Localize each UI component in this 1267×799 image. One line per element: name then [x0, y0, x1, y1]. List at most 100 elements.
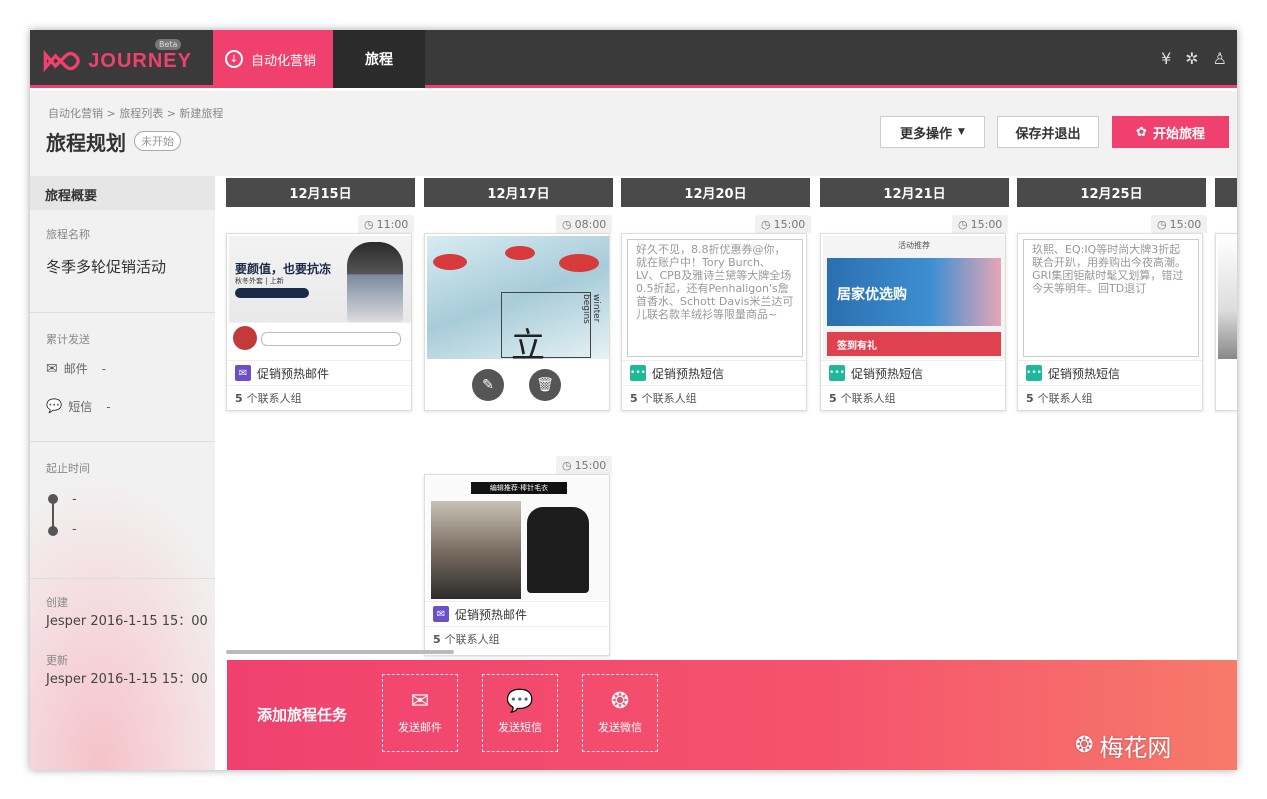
- name-label: 旅程名称: [46, 228, 90, 241]
- model-figure: [347, 242, 403, 322]
- caret-down-icon: ▼: [958, 127, 965, 137]
- end-value: -: [72, 522, 77, 537]
- task-type-label: 促销预热短信: [1048, 366, 1121, 381]
- send-wechat-label: 发送微信: [598, 721, 642, 734]
- promo-title: 居家优选购: [837, 287, 907, 303]
- more-actions-label: 更多操作: [900, 126, 953, 142]
- send-email-label: 发送邮件: [398, 721, 442, 734]
- clock-icon: ◷: [562, 458, 572, 472]
- time-value: 15:00: [773, 217, 806, 231]
- sms-stat: 💬 短信 -: [46, 398, 111, 415]
- calligraphy-char: 立: [511, 326, 545, 359]
- journey-board: 12月15日 12月17日 12月20日 12月21日 12月25日 ◷ 11:0…: [215, 176, 1237, 660]
- logo-text: JOURNEY: [88, 49, 192, 72]
- column-date-partial: [1215, 178, 1237, 207]
- time-value: 15:00: [970, 217, 1003, 231]
- side-text: winter begins: [581, 294, 601, 324]
- horizontal-scrollbar[interactable]: [226, 650, 454, 654]
- start-journey-button[interactable]: ✿ 开始旅程: [1112, 116, 1229, 148]
- count-suffix: 个联系人组: [444, 633, 500, 646]
- send-wechat-button[interactable]: ❂ 发送微信: [582, 674, 658, 752]
- mail-icon: ✉: [433, 606, 449, 622]
- nav-journey[interactable]: 旅程: [333, 30, 425, 88]
- berries-left: [433, 254, 467, 270]
- task-type: ✉ 促销预热邮件: [227, 360, 411, 385]
- breadcrumb: 自动化营销 > 旅程列表 > 新建旅程: [48, 107, 224, 120]
- task-card[interactable]: 活动推荐 居家优选购 签到有礼 ••• 促销预热短信 5 个联系人组: [820, 233, 1006, 411]
- count-suffix: 个联系人组: [246, 392, 302, 405]
- timeline-line: [52, 502, 54, 528]
- task-type: ••• 促销预热短信: [1018, 360, 1202, 385]
- user-icon[interactable]: ♙: [1213, 49, 1227, 68]
- contact-count: 5 个联系人组: [1018, 385, 1202, 410]
- journey-logo[interactable]: JOURNEY: [42, 46, 192, 76]
- timeline-end-dot: [48, 526, 58, 536]
- created-label: 创建: [46, 596, 68, 609]
- task-card-partial[interactable]: [1215, 233, 1237, 411]
- preview-headline: 要颜值，也要抗冻: [235, 262, 332, 276]
- footsteps-icon: ✿: [1136, 124, 1147, 140]
- infinity-icon: [43, 49, 80, 73]
- updated-value: Jesper 2016-1-15 15：00: [46, 672, 208, 687]
- nav-automation[interactable]: ↓ 自动化营销: [213, 30, 333, 88]
- count-number: 5: [1026, 391, 1034, 405]
- page-header: 自动化营销 > 旅程列表 > 新建旅程 旅程规划 未开始 更多操作 ▼ 保存并退…: [30, 91, 1237, 176]
- preview-avatar: [233, 326, 257, 350]
- divider: [30, 441, 215, 442]
- task-card[interactable]: 玖熙、EQ:IQ等时尚大牌3折起联合开趴，用券购出今夜高潮。GRI集团钜献时髦又…: [1017, 233, 1203, 411]
- count-suffix: 个联系人组: [641, 392, 697, 405]
- task-card[interactable]: 好久不见，8.8折优惠券@你，就在账户中！Tory Burch、LV、CPB及雅…: [621, 233, 807, 411]
- save-exit-button[interactable]: 保存并退出: [997, 116, 1099, 148]
- count-suffix: 个联系人组: [1037, 392, 1093, 405]
- chat-icon: 💬: [46, 399, 63, 414]
- task-type: ••• 促销预热短信: [622, 360, 806, 385]
- divider: [30, 578, 215, 579]
- sweater-shape: [527, 507, 589, 593]
- time-tag: ◷ 11:00: [358, 215, 415, 233]
- top-bar: JOURNEY Beta ↓ 自动化营销 旅程 ¥ ✲ ♙: [30, 30, 1237, 88]
- start-value: -: [72, 492, 77, 507]
- promo-strip-text: 签到有礼: [837, 341, 877, 352]
- wechat-logo-icon: ❂: [1075, 733, 1094, 758]
- task-card[interactable]: 编辑推荐·棒针毛衣 ✉ 促销预热邮件 5 个联系人组: [424, 474, 610, 656]
- sent-label: 累计发送: [46, 333, 90, 346]
- yen-icon[interactable]: ¥: [1161, 49, 1171, 68]
- chat-bubble-icon: 💬: [506, 689, 534, 714]
- preview-banner: 编辑推荐·棒针毛衣: [471, 482, 567, 494]
- watermark: ❂ 梅花网: [1075, 728, 1171, 763]
- task-type-label: 促销预热邮件: [257, 366, 330, 381]
- berries-mid: [505, 246, 535, 260]
- pencil-icon: ✎: [482, 377, 494, 393]
- task-type-label: 促销预热短信: [851, 366, 924, 381]
- contact-count: 5 个联系人组: [425, 626, 609, 651]
- send-email-button[interactable]: ✉ 发送邮件: [382, 674, 458, 752]
- task-card[interactable]: 要颜值，也要抗冻 秋冬外套 | 上新 ✉ 促销预热邮件 5 个联系人组: [226, 233, 412, 411]
- task-type-label: 促销预热短信: [652, 366, 725, 381]
- gear-icon[interactable]: ✲: [1185, 49, 1198, 68]
- nav-automation-label: 自动化营销: [251, 53, 317, 69]
- more-actions-button[interactable]: 更多操作 ▼: [880, 116, 985, 148]
- start-journey-label: 开始旅程: [1152, 126, 1205, 142]
- app-window: JOURNEY Beta ↓ 自动化营销 旅程 ¥ ✲ ♙ 自动化营销 > 旅程…: [30, 30, 1237, 770]
- send-sms-button[interactable]: 💬 发送短信: [482, 674, 558, 752]
- task-type: ✉ 促销预热邮件: [425, 601, 609, 626]
- count-number: 5: [235, 391, 243, 405]
- count-number: 5: [433, 632, 441, 646]
- add-task-title: 添加旅程任务: [257, 706, 348, 724]
- timeline: [48, 494, 58, 536]
- count-number: 5: [630, 391, 638, 405]
- contact-count: 5 个联系人组: [622, 385, 806, 410]
- promo-preview-image: 活动推荐 居家优选购 签到有礼: [823, 236, 1005, 359]
- edit-button[interactable]: ✎: [472, 369, 504, 401]
- column-date: 12月15日: [226, 178, 415, 207]
- clock-icon: ◷: [761, 217, 771, 231]
- column-date: 12月25日: [1017, 178, 1206, 207]
- watermark-text: 梅花网: [1099, 734, 1172, 762]
- time-tag: ◷ 15:00: [952, 215, 1009, 233]
- task-card-hover[interactable]: 立 winter begins ✎ 🗑: [424, 233, 610, 411]
- winter-preview-image: 立 winter begins: [427, 236, 609, 359]
- delete-button[interactable]: 🗑: [529, 369, 561, 401]
- contact-count: 5 个联系人组: [227, 385, 411, 410]
- beta-badge: Beta: [155, 39, 182, 50]
- divider: [30, 312, 215, 313]
